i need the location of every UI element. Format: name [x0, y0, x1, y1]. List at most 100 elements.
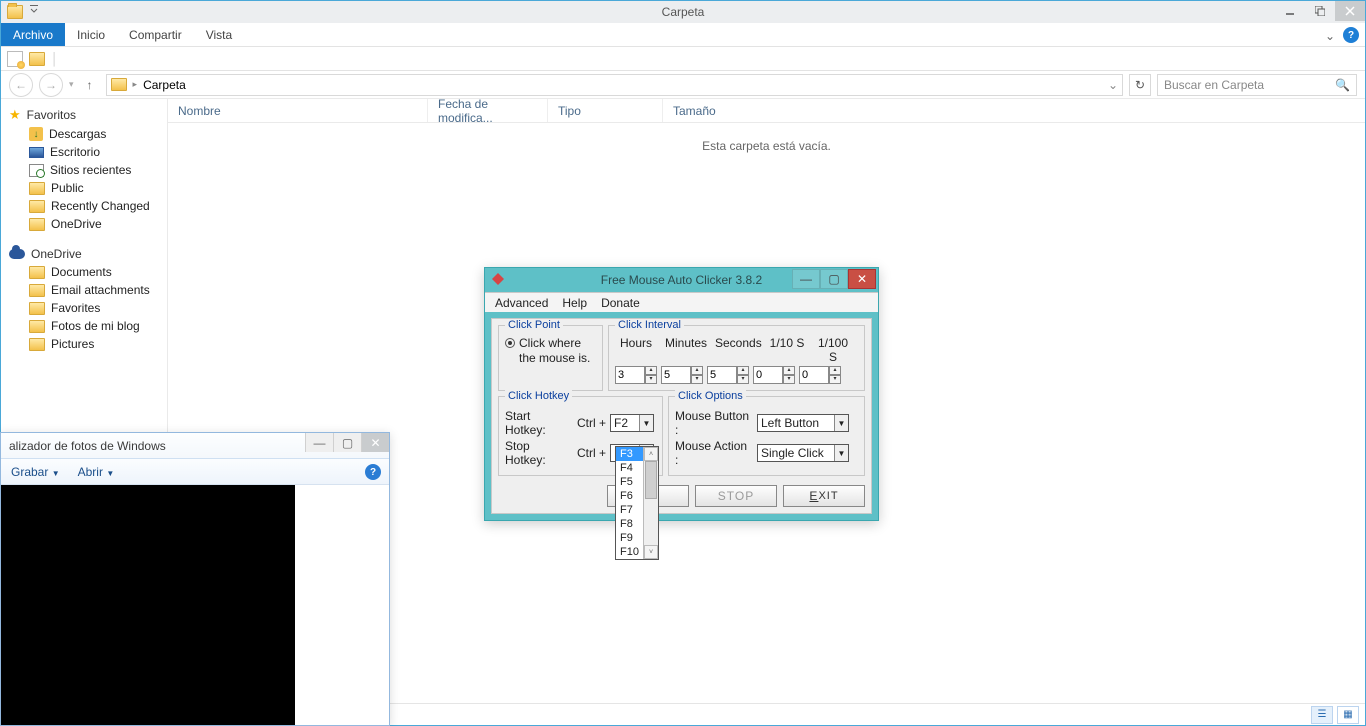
menu-help[interactable]: Help	[562, 296, 587, 310]
breadcrumb-location[interactable]: Carpeta	[143, 78, 186, 92]
sidebar-item[interactable]: Sitios recientes	[1, 161, 167, 179]
breadcrumb-sep-icon[interactable]: ▸	[133, 79, 138, 90]
folder-icon	[29, 320, 45, 333]
sidebar-item[interactable]: Fotos de mi blog	[1, 317, 167, 335]
radio-click-where-mouse[interactable]	[505, 338, 515, 348]
address-dropdown-icon[interactable]: ⌄	[1108, 78, 1118, 92]
dropdown-option[interactable]: F10	[616, 545, 643, 559]
sidebar-item[interactable]: Escritorio	[1, 143, 167, 161]
nav-up-button[interactable]: ↑	[80, 75, 100, 95]
new-folder-icon[interactable]	[29, 52, 45, 66]
seconds-input[interactable]	[707, 366, 737, 384]
mouse-button-combo[interactable]: Left Button▼	[757, 414, 849, 432]
explorer-titlebar[interactable]: Carpeta	[1, 1, 1365, 23]
start-hotkey-combo[interactable]: F2▼	[610, 414, 654, 432]
dropdown-icon: ▼	[639, 415, 653, 431]
column-date[interactable]: Fecha de modifica...	[428, 99, 548, 122]
view-details-button[interactable]: ☰	[1311, 706, 1333, 724]
dropdown-option[interactable]: F3	[616, 447, 643, 461]
menu-donate[interactable]: Donate	[601, 296, 640, 310]
search-placeholder: Buscar en Carpeta	[1164, 78, 1264, 92]
clicker-titlebar[interactable]: Free Mouse Auto Clicker 3.8.2 — ▢ ✕	[485, 268, 878, 292]
view-icons-button[interactable]: ▦	[1337, 706, 1359, 724]
spin-up[interactable]: ▴	[783, 366, 795, 375]
menu-advanced[interactable]: Advanced	[495, 296, 548, 310]
menu-abrir[interactable]: Abrir ▼	[78, 465, 115, 479]
close-button[interactable]: ✕	[848, 269, 876, 289]
sidebar-item[interactable]: Favorites	[1, 299, 167, 317]
spin-down[interactable]: ▾	[737, 375, 749, 384]
dropdown-option[interactable]: F4	[616, 461, 643, 475]
column-size[interactable]: Tamaño	[663, 99, 753, 122]
folder-icon	[29, 338, 45, 351]
sidebar-item[interactable]: OneDrive	[1, 215, 167, 233]
spin-up[interactable]: ▴	[829, 366, 841, 375]
maximize-button[interactable]: ▢	[333, 433, 361, 452]
close-button[interactable]	[1335, 1, 1365, 21]
spin-down[interactable]: ▾	[645, 375, 657, 384]
spin-up[interactable]: ▴	[645, 366, 657, 375]
dropdown-option[interactable]: F6	[616, 489, 643, 503]
tenth-input[interactable]	[753, 366, 783, 384]
nav-history-dropdown[interactable]: ▾	[69, 79, 74, 90]
minimize-button[interactable]: —	[305, 433, 333, 452]
scroll-up-icon[interactable]: ˄	[644, 447, 658, 461]
spin-down[interactable]: ▾	[783, 375, 795, 384]
maximize-button[interactable]	[1305, 1, 1335, 21]
refresh-button[interactable]: ↻	[1129, 74, 1151, 96]
sidebar-item[interactable]: Email attachments	[1, 281, 167, 299]
dropdown-option[interactable]: F8	[616, 517, 643, 531]
stop-button[interactable]: STOP	[695, 485, 777, 507]
close-button[interactable]: ✕	[361, 433, 389, 452]
minimize-button[interactable]: —	[792, 269, 820, 289]
dropdown-option[interactable]: F7	[616, 503, 643, 517]
sidebar-group-favorites[interactable]: ★Favoritos	[1, 105, 167, 125]
menu-grabar[interactable]: Grabar ▼	[11, 465, 60, 479]
mouse-action-combo[interactable]: Single Click▼	[757, 444, 849, 462]
address-bar-row: ← → ▾ ↑ ▸ Carpeta ⌄ ↻ Buscar en Carpeta …	[1, 71, 1365, 99]
autoclicker-window: Free Mouse Auto Clicker 3.8.2 — ▢ ✕ Adva…	[484, 267, 879, 521]
group-label: Click Point	[505, 319, 563, 331]
minutes-input[interactable]	[661, 366, 691, 384]
minimize-button[interactable]	[1275, 1, 1305, 21]
sidebar-group-onedrive[interactable]: OneDrive	[1, 245, 167, 263]
search-input[interactable]: Buscar en Carpeta 🔍	[1157, 74, 1357, 96]
hundredth-input[interactable]	[799, 366, 829, 384]
tab-view[interactable]: Vista	[194, 23, 244, 46]
column-name[interactable]: Nombre	[168, 99, 428, 122]
dropdown-option[interactable]: F9	[616, 531, 643, 545]
qat-dropdown-icon[interactable]	[29, 4, 39, 14]
help-icon[interactable]: ?	[1343, 27, 1359, 43]
sidebar-item[interactable]: Public	[1, 179, 167, 197]
tab-share[interactable]: Compartir	[117, 23, 194, 46]
spin-down[interactable]: ▾	[829, 375, 841, 384]
help-icon[interactable]: ?	[365, 464, 381, 480]
tab-home[interactable]: Inicio	[65, 23, 117, 46]
address-bar[interactable]: ▸ Carpeta ⌄	[106, 74, 1123, 96]
dropdown-scrollbar[interactable]: ˄ ˅	[643, 447, 658, 559]
sidebar-item[interactable]: Documents	[1, 263, 167, 281]
dropdown-option[interactable]: F5	[616, 475, 643, 489]
tab-file[interactable]: Archivo	[1, 23, 65, 46]
scroll-thumb[interactable]	[645, 461, 657, 499]
new-document-icon[interactable]	[7, 51, 23, 67]
hours-input[interactable]	[615, 366, 645, 384]
downloads-icon	[29, 127, 43, 141]
nav-back-button[interactable]: ←	[9, 73, 33, 97]
photo-titlebar[interactable]: alizador de fotos de Windows — ▢ ✕	[1, 433, 389, 459]
folder-icon	[7, 5, 23, 19]
spin-down[interactable]: ▾	[691, 375, 703, 384]
sidebar-item[interactable]: Pictures	[1, 335, 167, 353]
scroll-down-icon[interactable]: ˅	[644, 545, 658, 559]
ribbon-expand-icon[interactable]: ⌄	[1325, 29, 1335, 43]
maximize-button[interactable]: ▢	[820, 269, 848, 289]
sidebar-item[interactable]: Recently Changed	[1, 197, 167, 215]
group-label: Click Hotkey	[505, 390, 572, 402]
nav-forward-button[interactable]: →	[39, 73, 63, 97]
column-type[interactable]: Tipo	[548, 99, 663, 122]
sidebar-item[interactable]: Descargas	[1, 125, 167, 143]
stop-hotkey-label: Stop Hotkey:	[505, 439, 573, 467]
spin-up[interactable]: ▴	[691, 366, 703, 375]
spin-up[interactable]: ▴	[737, 366, 749, 375]
exit-button[interactable]: EEXITXIT	[783, 485, 865, 507]
